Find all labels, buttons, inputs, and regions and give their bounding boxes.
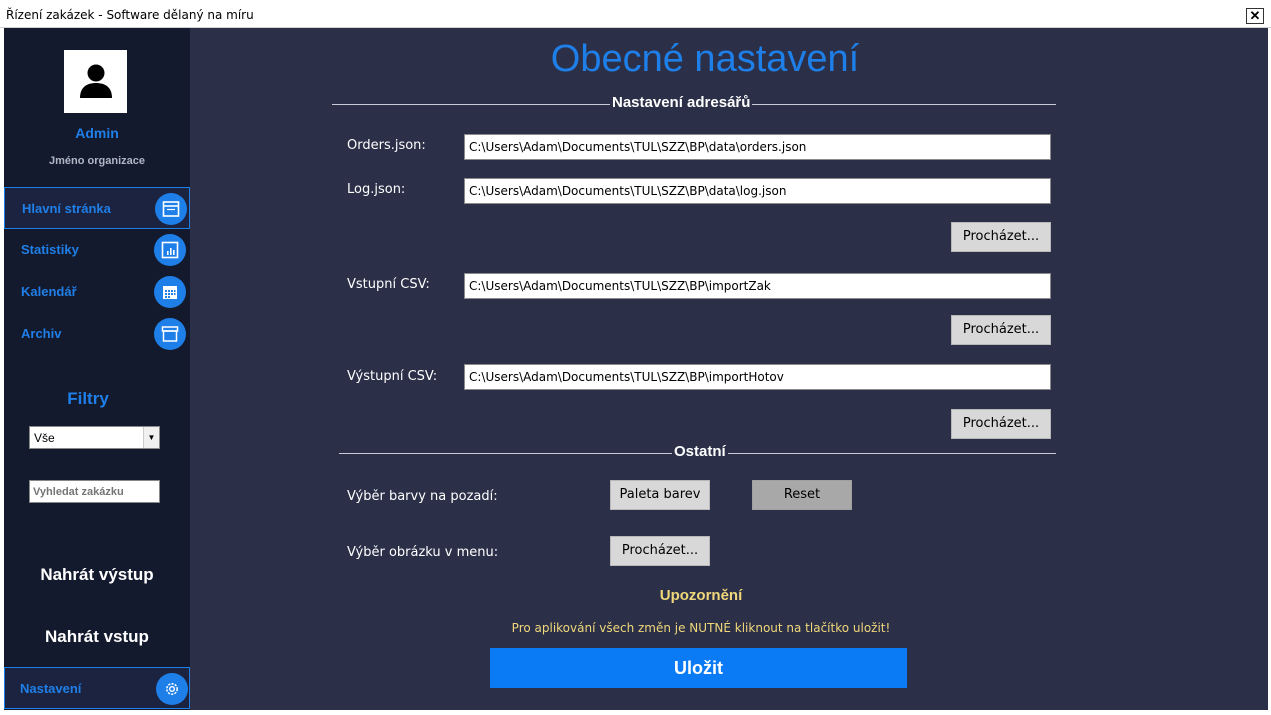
filter-select[interactable]: Vše ▼ <box>29 426 160 449</box>
section-title-directories: Nastavení adresářů <box>610 94 753 111</box>
color-palette-button[interactable]: Paleta barev <box>610 480 710 510</box>
filters-title: Filtry <box>67 389 109 408</box>
orders-json-input[interactable] <box>464 134 1051 160</box>
sidebar-item-label: Archiv <box>21 326 62 341</box>
browse-json-button[interactable]: Procházet... <box>951 222 1051 252</box>
sidebar-item-home[interactable]: Hlavní stránka <box>4 187 190 229</box>
sidebar-item-label: Statistiky <box>21 242 79 257</box>
menu-image-label: Výběr obrázku v menu: <box>347 545 499 560</box>
archive-icon <box>154 318 186 350</box>
log-json-input[interactable] <box>464 178 1051 204</box>
sidebar-item-calendar[interactable]: Kalendář <box>4 271 190 313</box>
output-csv-input[interactable] <box>464 364 1051 390</box>
input-csv-input[interactable] <box>464 273 1051 299</box>
gear-icon <box>156 673 188 705</box>
filter-select-value: Vše <box>34 431 55 445</box>
browse-output-csv-button[interactable]: Procházet... <box>951 409 1051 439</box>
browse-image-button[interactable]: Procházet... <box>610 536 710 566</box>
page-title: Obecné nastavení <box>550 38 860 80</box>
warning-title: Upozornění <box>659 587 743 604</box>
orders-json-label: Orders.json: <box>347 138 426 153</box>
calendar-icon <box>154 276 186 308</box>
sidebar-item-archive[interactable]: Archiv <box>4 313 190 355</box>
sidebar-item-label: Hlavní stránka <box>22 201 111 216</box>
browse-input-csv-button[interactable]: Procházet... <box>951 315 1051 345</box>
user-icon <box>80 64 112 98</box>
sidebar: Admin Jméno organizace Hlavní stránka St… <box>4 28 190 710</box>
close-button[interactable]: ✕ <box>1246 8 1264 24</box>
user-name: Admin <box>75 125 119 141</box>
sidebar-item-label: Nastavení <box>20 681 82 696</box>
search-input[interactable] <box>29 480 160 503</box>
window-titlebar: Řízení zakázek - Software dělaný na míru… <box>0 0 1271 28</box>
log-json-label: Log.json: <box>347 182 406 197</box>
window-title: Řízení zakázek - Software dělaný na míru <box>6 8 254 22</box>
reset-color-button[interactable]: Reset <box>752 480 852 510</box>
window-icon <box>155 193 187 225</box>
upload-input-button[interactable]: Nahrát vstup <box>4 627 190 647</box>
bg-color-label: Výběr barvy na pozadí: <box>347 489 498 504</box>
settings-panel: Obecné nastavení Nastavení adresářů Orde… <box>190 28 1268 710</box>
organization-name: Jméno organizace <box>49 155 145 167</box>
avatar[interactable] <box>64 50 127 113</box>
chevron-down-icon[interactable]: ▼ <box>143 427 159 448</box>
save-button[interactable]: Uložit <box>490 648 907 688</box>
sidebar-item-label: Kalendář <box>21 284 77 299</box>
chart-icon <box>154 234 186 266</box>
upload-output-button[interactable]: Nahrát výstup <box>4 565 190 585</box>
input-csv-label: Vstupní CSV: <box>347 277 430 292</box>
sidebar-item-statistics[interactable]: Statistiky <box>4 229 190 271</box>
warning-text: Pro aplikování všech změn je NUTNÉ klikn… <box>511 621 891 635</box>
sidebar-item-settings[interactable]: Nastavení <box>4 667 190 709</box>
output-csv-label: Výstupní CSV: <box>347 369 438 384</box>
section-title-other: Ostatní <box>672 443 728 460</box>
